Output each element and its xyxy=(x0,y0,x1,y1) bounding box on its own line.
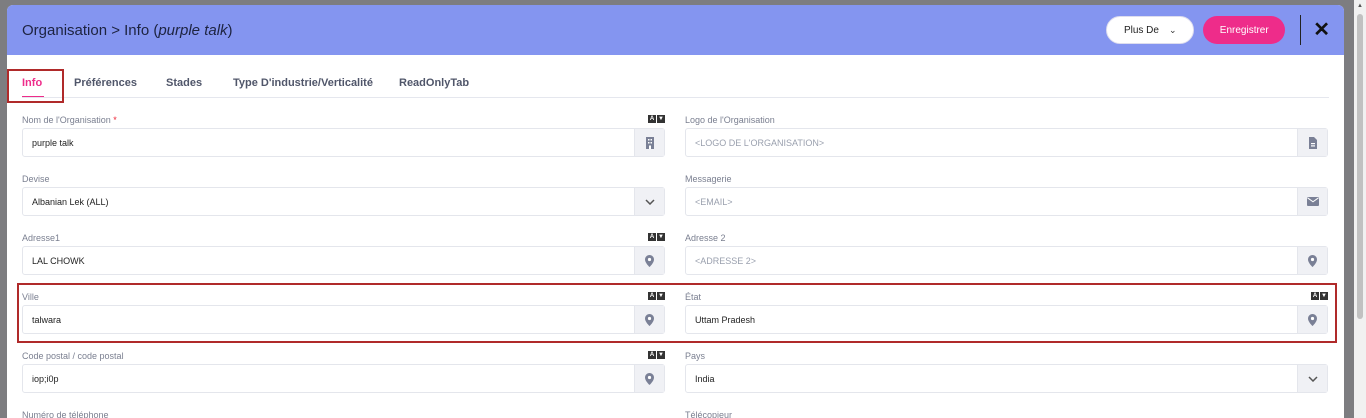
currency-label: Devise xyxy=(22,174,50,184)
building-icon xyxy=(634,129,664,156)
modal-header: Organisation > Info (purple talk) Plus D… xyxy=(7,5,1344,55)
page-title: Organisation > Info (purple talk) xyxy=(22,21,233,39)
email-input[interactable]: <EMAIL> xyxy=(685,187,1328,216)
plus-de-dropdown[interactable]: Plus De ⌄ xyxy=(1106,16,1195,44)
location-pin-icon xyxy=(634,247,664,274)
translate-toggle[interactable]: A ▼ xyxy=(648,115,665,123)
scrollbar-thumb[interactable] xyxy=(1357,14,1363,319)
scroll-up-icon[interactable]: ▲ xyxy=(1357,3,1363,9)
org-logo-input[interactable]: <LOGO DE L'ORGANISATION> xyxy=(685,128,1328,157)
translate-toggle[interactable]: A ▼ xyxy=(648,233,665,241)
address2-input[interactable]: <ADRESSE 2> xyxy=(685,246,1328,275)
location-pin-icon xyxy=(634,365,664,392)
fax-label: Télécopieur xyxy=(685,410,733,418)
postal-code-label: Code postal / code postal xyxy=(22,351,124,361)
file-icon[interactable] xyxy=(1297,129,1327,156)
country-label: Pays xyxy=(685,351,706,361)
close-icon[interactable]: ✕ xyxy=(1313,20,1330,40)
chevron-down-icon[interactable] xyxy=(1297,365,1327,392)
country-select[interactable]: India xyxy=(685,364,1328,393)
tab-industry[interactable]: Type D'industrie/Verticalité xyxy=(233,77,373,89)
header-divider xyxy=(1300,15,1302,45)
address2-label: Adresse 2 xyxy=(685,233,726,243)
tab-stades[interactable]: Stades xyxy=(166,77,202,89)
highlight-box-city-state xyxy=(17,283,1337,343)
email-label: Messagerie xyxy=(685,174,732,184)
location-pin-icon xyxy=(1297,247,1327,274)
envelope-icon xyxy=(1297,188,1327,215)
save-button[interactable]: Enregistrer xyxy=(1203,16,1286,44)
tab-bar: Info Préférences Stades Type D'industrie… xyxy=(7,55,1344,99)
org-logo-label: Logo de l'Organisation xyxy=(685,115,775,125)
organisation-modal: Organisation > Info (purple talk) Plus D… xyxy=(7,5,1344,418)
org-name-label: Nom de l'Organisation * xyxy=(22,115,117,125)
chevron-down-icon: ⌄ xyxy=(1168,24,1177,35)
highlight-box-info-tab xyxy=(7,69,64,103)
postal-code-input[interactable]: iop;i0p xyxy=(22,364,665,393)
phone-label: Numéro de téléphone xyxy=(22,410,109,418)
address1-label: Adresse1 xyxy=(22,233,61,243)
translate-toggle[interactable]: A ▼ xyxy=(648,351,665,359)
org-name-input[interactable]: purple talk xyxy=(22,128,665,157)
plus-de-label: Plus De xyxy=(1123,24,1159,36)
scrollbar[interactable]: ▲ xyxy=(1354,0,1366,418)
chevron-down-icon[interactable] xyxy=(634,188,664,215)
address1-input[interactable]: LAL CHOWK xyxy=(22,246,665,275)
tab-divider xyxy=(22,97,1329,98)
tab-preferences[interactable]: Préférences xyxy=(74,77,137,89)
tab-readonly[interactable]: ReadOnlyTab xyxy=(399,77,469,89)
currency-select[interactable]: Albanian Lek (ALL) xyxy=(22,187,665,216)
